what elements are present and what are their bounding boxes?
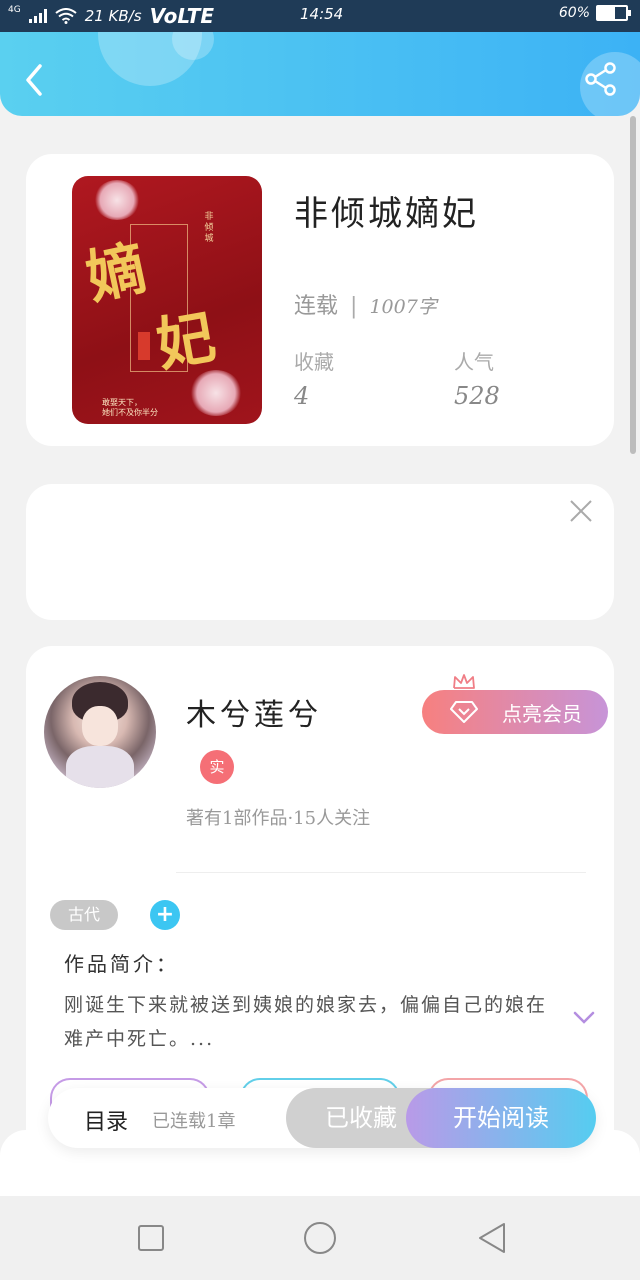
- favorites-label: 收藏: [294, 350, 334, 374]
- avatar-body: [66, 746, 134, 788]
- cover-slogan: 敢娶天下， 她们不及你半分: [102, 398, 158, 418]
- cover-flower: [190, 370, 242, 416]
- signal-icon: [28, 9, 47, 23]
- chapter-count: 已连载1章: [152, 1111, 236, 1132]
- app-header: [0, 32, 640, 116]
- favorites-count: 4: [294, 382, 310, 410]
- author-meta: 著有1部作品·15人关注: [186, 808, 371, 829]
- popularity-count: 528: [454, 382, 500, 410]
- genre-tag[interactable]: 古代: [50, 900, 118, 930]
- cover-series: 非倾城: [204, 212, 214, 244]
- battery-icon: [596, 5, 631, 21]
- square-icon[interactable]: [133, 1220, 169, 1256]
- circle-icon[interactable]: [302, 1220, 338, 1256]
- crown-icon: [453, 674, 475, 689]
- author-avatar[interactable]: [44, 676, 156, 788]
- book-cover[interactable]: 非倾城 嫡 妃 敢娶天下， 她们不及你半分: [72, 176, 262, 424]
- separator: |: [350, 294, 358, 319]
- ad-banner: [26, 484, 614, 620]
- cover-flower: [94, 180, 140, 220]
- scrollbar[interactable]: [630, 116, 636, 454]
- toc-button[interactable]: 目录: [84, 1104, 128, 1136]
- status-bar: 4G 21 KB/s VoLTE 14:54 60%: [0, 0, 640, 32]
- author-name[interactable]: 木兮莲兮: [186, 690, 322, 734]
- bottom-action-bar: 目录 已连载1章 已收藏 开始阅读: [48, 1088, 596, 1148]
- clock: 14:54: [300, 5, 344, 23]
- system-nav-bar: [0, 1196, 640, 1280]
- avatar-face: [82, 706, 118, 746]
- network-type: 4G: [8, 5, 21, 15]
- book-status-line: 连载 | 1007字: [294, 288, 437, 320]
- word-count: 1007字: [369, 296, 437, 318]
- back-button[interactable]: [20, 62, 50, 98]
- book-info-card: 非倾城 嫡 妃 敢娶天下， 她们不及你半分 非倾城嫡妃 连载 | 1007字 收藏 …: [26, 154, 614, 446]
- start-reading-button[interactable]: 开始阅读: [406, 1088, 596, 1148]
- intro-title: 作品简介：: [64, 952, 179, 976]
- book-title: 非倾城嫡妃: [294, 194, 479, 234]
- verified-badge: 实: [200, 750, 234, 784]
- share-button[interactable]: [584, 62, 618, 96]
- wifi-icon: [55, 8, 77, 24]
- serial-status: 连载: [294, 294, 339, 319]
- battery-percent: 60%: [558, 5, 590, 21]
- divider: [176, 872, 586, 873]
- add-tag-button[interactable]: +: [150, 900, 180, 930]
- close-icon[interactable]: [566, 496, 596, 526]
- volte-indicator: VoLTE: [149, 4, 215, 28]
- cover-slogan-line: 敢娶天下，: [102, 398, 142, 407]
- diamond-icon: [450, 701, 478, 723]
- triangle-back-icon[interactable]: [474, 1220, 510, 1256]
- chevron-down-icon[interactable]: [572, 1010, 596, 1026]
- cover-seal: [138, 332, 150, 360]
- cover-slogan-line: 她们不及你半分: [102, 408, 158, 417]
- network-speed: 21 KB/s: [84, 7, 142, 25]
- battery-fill: [598, 7, 615, 19]
- popularity-label: 人气: [454, 350, 494, 374]
- vip-button[interactable]: 点亮会员: [422, 690, 608, 734]
- vip-button-label: 点亮会员: [502, 701, 582, 726]
- intro-text: 刚诞生下来就被送到姨娘的娘家去，偏偏自己的娘在难产中死亡。...: [64, 994, 548, 1050]
